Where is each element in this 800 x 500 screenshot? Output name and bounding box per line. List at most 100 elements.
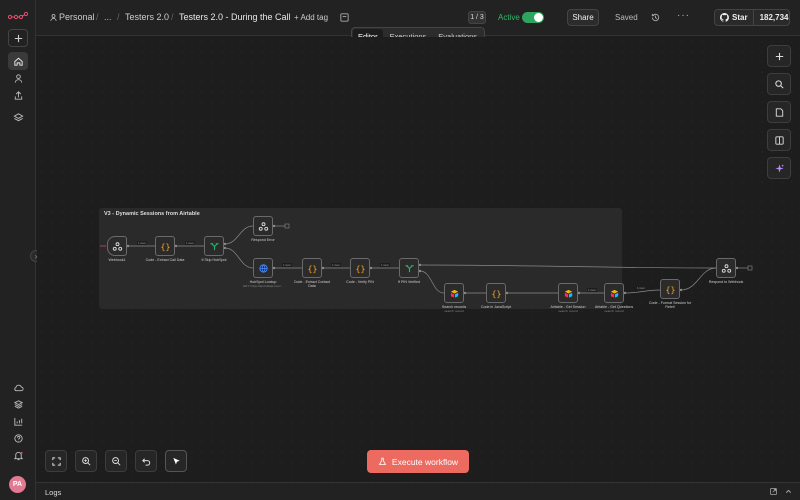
plus-icon xyxy=(14,34,22,42)
ai-assistant-button[interactable] xyxy=(767,157,791,179)
svg-text:{}: {} xyxy=(355,263,365,273)
breadcrumb-ellipsis[interactable]: ... xyxy=(104,12,112,22)
workflow-title[interactable]: Testers 2.0 - During the Call xyxy=(179,12,291,22)
node-code-format-session[interactable]: {} xyxy=(660,279,680,299)
active-toggle[interactable] xyxy=(522,12,544,23)
undo-button[interactable] xyxy=(135,450,157,472)
chart-icon xyxy=(13,417,22,426)
node-label: Respond Error xyxy=(251,238,275,242)
n8n-logo[interactable] xyxy=(8,11,28,21)
node-label: Webhook1 xyxy=(108,258,126,262)
node-hubspot-lookup[interactable] xyxy=(253,258,273,278)
nav-notifications[interactable] xyxy=(8,446,28,464)
chevron-up-icon[interactable] xyxy=(784,487,793,496)
if-icon xyxy=(404,264,414,272)
toggle-panel-button[interactable] xyxy=(767,129,791,151)
webhook-icon xyxy=(112,241,122,251)
avatar[interactable]: PA xyxy=(9,476,26,493)
nav-cloud[interactable] xyxy=(8,378,28,396)
pointer-icon xyxy=(172,457,180,465)
code-icon: {} xyxy=(160,241,170,251)
node-respond-webhook[interactable] xyxy=(716,258,736,278)
node-if-pin-verified[interactable] xyxy=(399,258,419,278)
node-airtable-get-questions[interactable] xyxy=(604,283,624,303)
zoom-out-icon xyxy=(111,456,120,465)
stack-icon xyxy=(13,399,23,409)
code-icon: {} xyxy=(491,288,501,298)
node-search-records[interactable] xyxy=(444,283,464,303)
breadcrumb-folder[interactable]: Testers 2.0 xyxy=(125,12,169,22)
svg-text:{}: {} xyxy=(665,284,675,294)
node-subtitle: search: record xyxy=(444,309,464,313)
github-star-label: Star xyxy=(732,13,748,22)
node-label: Code - Verify PIN xyxy=(346,280,374,284)
user-icon xyxy=(14,73,22,83)
saved-status: Saved xyxy=(615,13,638,22)
fit-view-icon xyxy=(51,456,61,466)
plus-icon xyxy=(775,52,783,60)
node-webhook[interactable] xyxy=(107,236,127,256)
popout-icon[interactable] xyxy=(769,487,778,496)
execute-workflow-button[interactable]: Execute workflow xyxy=(367,450,469,473)
svg-text:{}: {} xyxy=(160,241,170,251)
add-sticky-button[interactable] xyxy=(767,101,791,123)
node-code-js[interactable]: {} xyxy=(486,283,506,303)
airtable-icon xyxy=(610,289,618,298)
code-icon: {} xyxy=(665,284,675,294)
node-code-extract-contact[interactable]: {} xyxy=(302,258,322,278)
node-label: If PIN Verified xyxy=(398,280,420,284)
more-options-button[interactable]: ··· xyxy=(677,10,690,21)
user-icon xyxy=(50,14,57,21)
nav-personal[interactable] xyxy=(8,69,28,87)
nav-shared[interactable] xyxy=(8,86,28,104)
airtable-icon xyxy=(450,289,458,298)
node-if-skip-hubspot[interactable] xyxy=(204,236,224,256)
nav-insights[interactable] xyxy=(8,412,28,430)
edge-label: 1 item xyxy=(137,241,148,245)
edge-label: 1 item xyxy=(331,263,342,267)
node-code-extract-call[interactable]: {} xyxy=(155,236,175,256)
search-nodes-button[interactable] xyxy=(767,73,791,95)
node-code-verify-pin[interactable]: {} xyxy=(350,258,370,278)
breadcrumb-owner[interactable]: Personal xyxy=(59,12,95,22)
edge-label: 1 item xyxy=(587,288,598,292)
workflow-pager[interactable]: 1 / 3 xyxy=(468,11,486,24)
svg-text:{}: {} xyxy=(307,263,317,273)
svg-text:{}: {} xyxy=(491,288,501,298)
node-label: Code - Extract Call Data xyxy=(145,258,185,262)
node-subtitle: search: record xyxy=(558,309,578,313)
nav-projects[interactable] xyxy=(8,108,28,126)
pointer-mode-button[interactable] xyxy=(165,450,187,472)
zoom-out-button[interactable] xyxy=(105,450,127,472)
layers-icon xyxy=(12,112,24,121)
share-icon xyxy=(14,90,22,100)
active-label: Active xyxy=(498,13,520,22)
share-button[interactable]: Share xyxy=(567,9,599,26)
search-icon xyxy=(774,79,784,89)
nav-templates[interactable] xyxy=(8,395,28,413)
nav-home[interactable] xyxy=(8,52,28,70)
edge-label: 1 item xyxy=(380,263,391,267)
node-airtable-get-session[interactable] xyxy=(558,283,578,303)
node-label: If Skip HubSpot xyxy=(201,258,227,262)
code-icon: {} xyxy=(355,263,365,273)
add-tag-button[interactable]: + Add tag xyxy=(294,13,328,22)
if-icon xyxy=(209,242,219,250)
undo-icon xyxy=(141,457,150,466)
fit-view-button[interactable] xyxy=(45,450,67,472)
github-star-count: 182,734 xyxy=(752,10,789,25)
archive-icon[interactable] xyxy=(339,12,350,23)
github-star: Star xyxy=(715,10,753,25)
logs-panel[interactable]: Logs xyxy=(36,482,800,500)
breadcrumb-separator: / xyxy=(117,12,120,22)
history-icon[interactable] xyxy=(650,12,661,23)
github-star-button[interactable]: Star 182,734 xyxy=(714,9,790,26)
nav-help[interactable] xyxy=(8,429,28,447)
node-respond-error[interactable] xyxy=(253,216,273,236)
add-node-button[interactable] xyxy=(767,45,791,67)
zoom-in-button[interactable] xyxy=(75,450,97,472)
node-label: Code - Format Session for Retell xyxy=(648,301,692,310)
logs-label: Logs xyxy=(45,488,62,497)
breadcrumb-separator: / xyxy=(96,12,99,22)
create-button[interactable] xyxy=(8,29,28,47)
